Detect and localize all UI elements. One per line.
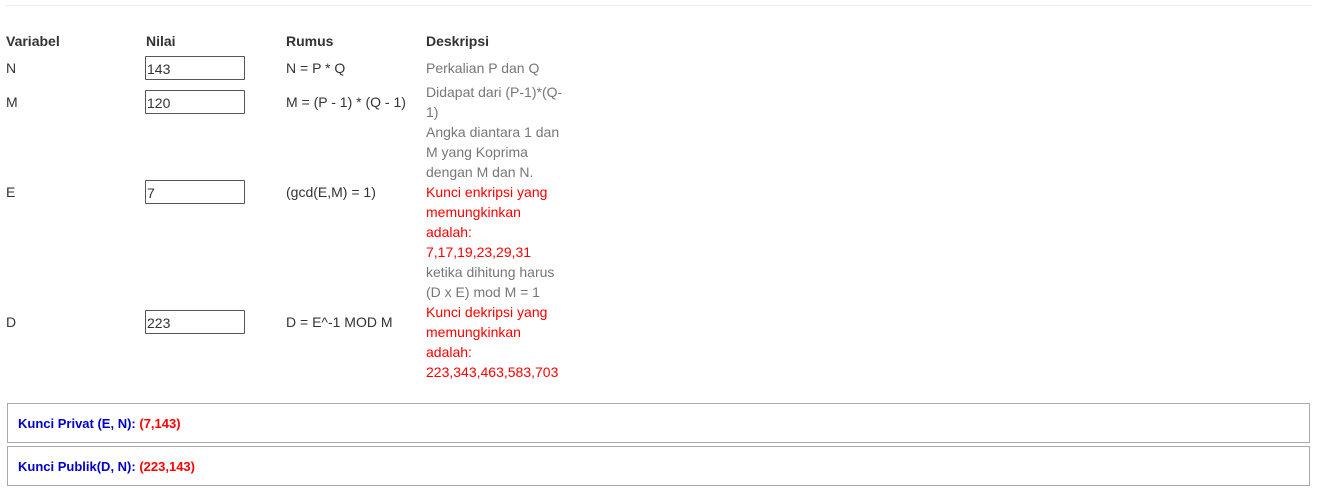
m-description: Didapat dari (P-1)*(Q-1)	[426, 82, 566, 122]
d-value-input[interactable]	[145, 310, 245, 334]
header-formula: Rumus	[286, 33, 334, 49]
header-value: Nilai	[146, 33, 176, 49]
variable-d-label: D	[6, 314, 17, 330]
private-key-box: Kunci Privat (E, N): (7,143)	[7, 403, 1310, 443]
private-key-label: Kunci Privat (E, N):	[18, 416, 136, 431]
e-description: Angka diantara 1 dan M yang Koprima deng…	[426, 122, 566, 262]
public-key-value: (223,143)	[139, 459, 195, 474]
private-key-value: (7,143)	[139, 416, 181, 431]
n-description: Perkalian P dan Q	[426, 58, 566, 78]
m-value-input[interactable]	[145, 90, 245, 114]
e-description-gray: Angka diantara 1 dan M yang Koprima deng…	[426, 124, 560, 180]
top-divider	[6, 5, 1312, 6]
d-description: ketika dihitung harus (D x E) mod M = 1 …	[426, 262, 566, 382]
public-key-label: Kunci Publik(D, N):	[18, 459, 136, 474]
header-description: Deskripsi	[426, 33, 490, 49]
variable-e-label: E	[6, 184, 16, 200]
variable-n-label: N	[6, 60, 17, 76]
e-formula: (gcd(E,M) = 1)	[286, 184, 376, 200]
m-description-text: Didapat dari (P-1)*(Q-1)	[426, 84, 563, 120]
e-value-input[interactable]	[145, 180, 245, 204]
m-formula: M = (P - 1) * (Q - 1)	[286, 94, 406, 110]
header-variable: Variabel	[6, 33, 60, 49]
d-description-keys: Kunci dekripsi yang memungkinkan adalah:…	[426, 304, 559, 380]
n-value-input[interactable]	[145, 56, 245, 80]
n-description-text: Perkalian P dan Q	[426, 60, 540, 76]
public-key-box: Kunci Publik(D, N): (223,143)	[7, 446, 1310, 486]
variable-m-label: M	[6, 94, 18, 110]
n-formula: N = P * Q	[286, 60, 346, 76]
d-description-gray: ketika dihitung harus (D x E) mod M = 1	[426, 264, 555, 300]
d-formula: D = E^-1 MOD M	[286, 314, 393, 330]
e-description-keys: Kunci enkripsi yang memungkinkan adalah:…	[426, 184, 548, 260]
